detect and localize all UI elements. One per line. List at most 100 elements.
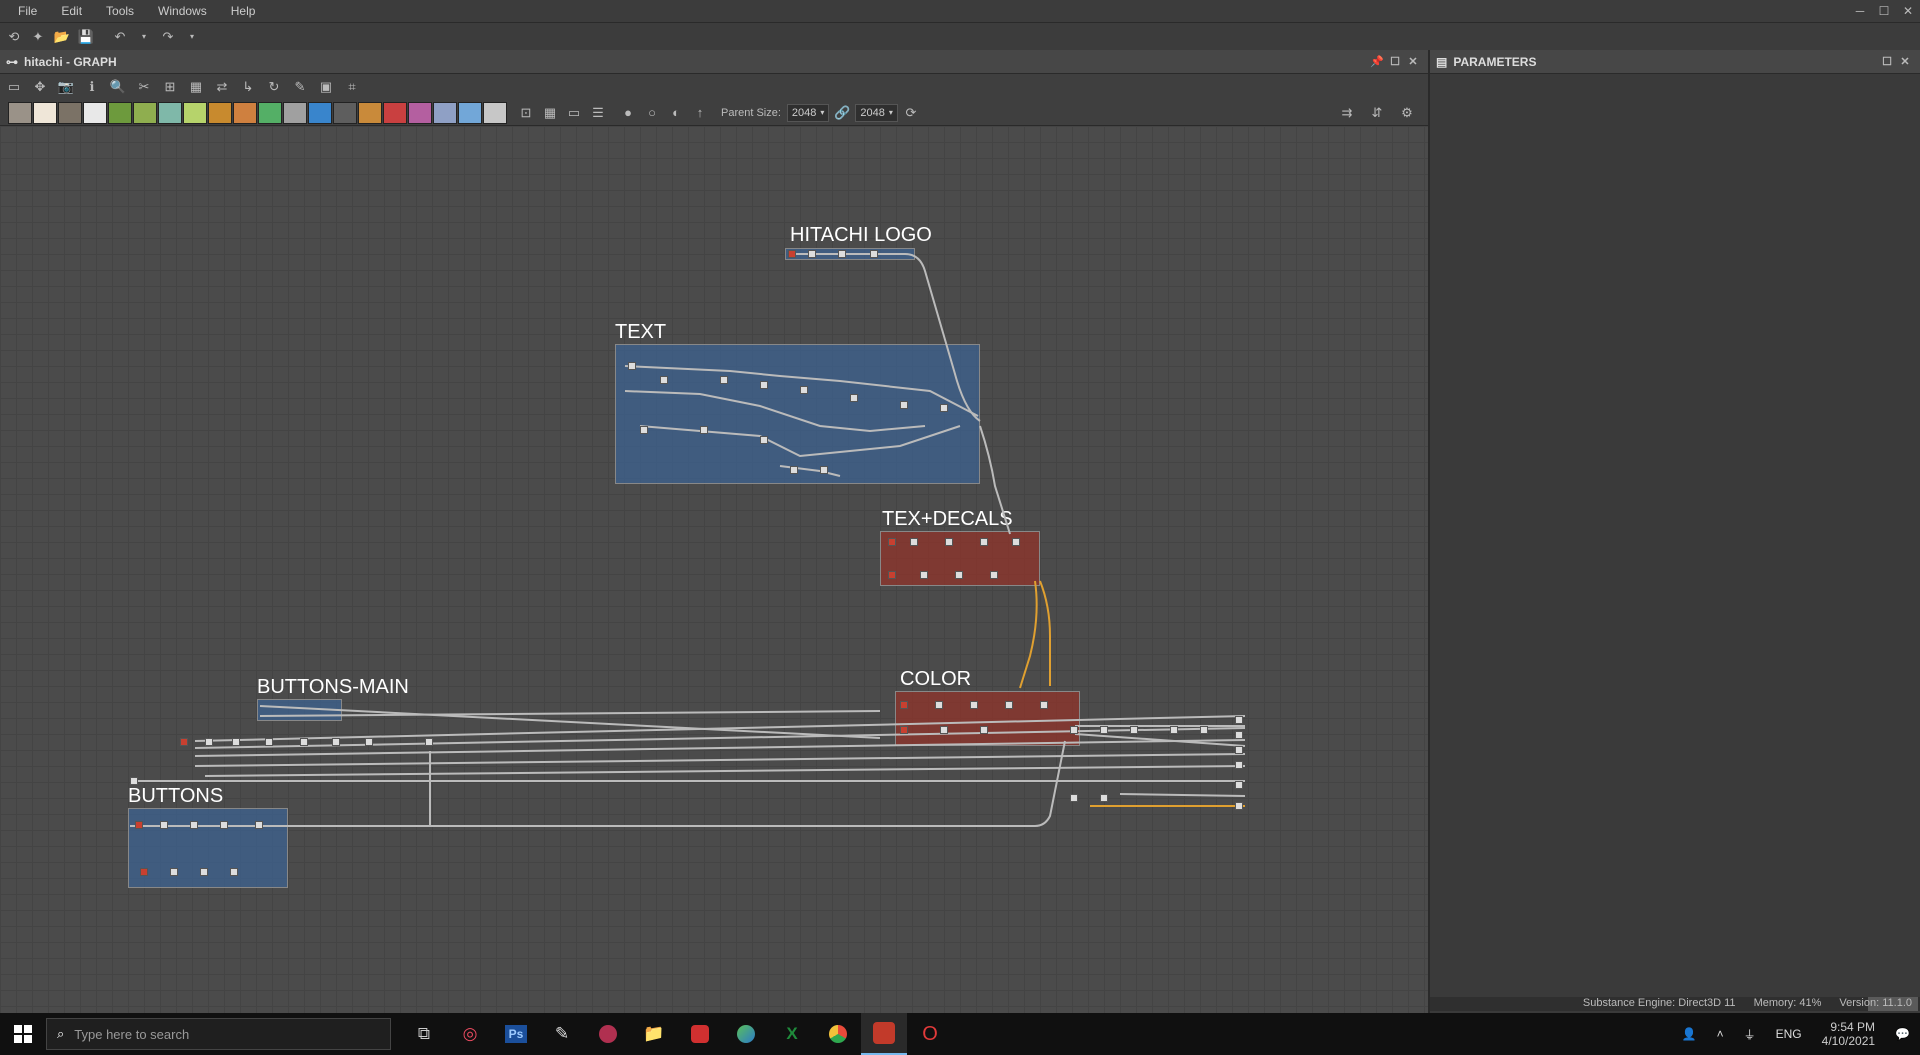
- taskbar-app-6[interactable]: [677, 1013, 723, 1055]
- node[interactable]: [920, 571, 928, 579]
- taskbar-app-1[interactable]: ◎: [447, 1013, 493, 1055]
- node[interactable]: [935, 701, 943, 709]
- node[interactable]: [1235, 746, 1243, 754]
- tray-clock[interactable]: 9:54 PM 4/10/2021: [1812, 1020, 1885, 1048]
- node[interactable]: [300, 738, 308, 746]
- tray-lang[interactable]: ENG: [1766, 1013, 1812, 1055]
- tray-chevron-icon[interactable]: ˄: [1707, 1013, 1734, 1055]
- undo-drop-icon[interactable]: ▾: [134, 27, 154, 47]
- node[interactable]: [808, 250, 816, 258]
- node[interactable]: [910, 538, 918, 546]
- link-icon[interactable]: ⇄: [212, 77, 232, 97]
- restore-icon[interactable]: ☐: [1386, 55, 1404, 68]
- dot-a-icon[interactable]: ●: [617, 102, 639, 124]
- size-dropdown[interactable]: 2048▾: [855, 104, 898, 122]
- refresh-icon[interactable]: ↻: [264, 77, 284, 97]
- node[interactable]: [970, 701, 978, 709]
- dot-c-icon[interactable]: ◐: [665, 102, 687, 124]
- node[interactable]: [1200, 726, 1208, 734]
- tray-notifications-icon[interactable]: 💬: [1885, 1013, 1920, 1055]
- node[interactable]: [850, 394, 858, 402]
- select-icon[interactable]: ▭: [4, 77, 24, 97]
- node-swatch[interactable]: [258, 102, 282, 124]
- node[interactable]: [1005, 701, 1013, 709]
- menu-edit[interactable]: Edit: [49, 2, 94, 20]
- node-layout-icon[interactable]: ▭: [563, 102, 585, 124]
- node[interactable]: [760, 436, 768, 444]
- node-swatch[interactable]: [133, 102, 157, 124]
- frame-icon[interactable]: ▣: [316, 77, 336, 97]
- node[interactable]: [720, 376, 728, 384]
- node[interactable]: [230, 868, 238, 876]
- taskbar-explorer-icon[interactable]: 📁: [631, 1013, 677, 1055]
- home-icon[interactable]: ⟲: [4, 27, 24, 47]
- close-button[interactable]: ✕: [1896, 0, 1920, 22]
- reset-size-icon[interactable]: ⟳: [900, 102, 922, 124]
- more-nodes-icon[interactable]: ⊡: [515, 102, 537, 124]
- node-swatch[interactable]: [208, 102, 232, 124]
- taskbar-chrome-icon[interactable]: [815, 1013, 861, 1055]
- graph-canvas[interactable]: HITACHI LOGO TEXT TEX+DECALS COLOR BUTTO…: [0, 126, 1428, 1013]
- node[interactable]: [1040, 701, 1048, 709]
- edit-icon[interactable]: ✎: [290, 77, 310, 97]
- node-swatch[interactable]: [358, 102, 382, 124]
- dot-b-icon[interactable]: ○: [641, 102, 663, 124]
- node[interactable]: [332, 738, 340, 746]
- menu-help[interactable]: Help: [219, 2, 268, 20]
- align-icon[interactable]: ☰: [587, 102, 609, 124]
- node[interactable]: [980, 726, 988, 734]
- node[interactable]: [760, 381, 768, 389]
- node[interactable]: [888, 571, 896, 579]
- node[interactable]: [1235, 781, 1243, 789]
- tray-people-icon[interactable]: 👤: [1672, 1013, 1707, 1055]
- node-swatch[interactable]: [383, 102, 407, 124]
- redo-icon[interactable]: ↷: [158, 27, 178, 47]
- view-settings-icon[interactable]: ⚙: [1396, 102, 1418, 124]
- taskbar-photoshop-icon[interactable]: Ps: [493, 1013, 539, 1055]
- node-group-icon[interactable]: ▦: [539, 102, 561, 124]
- minimize-button[interactable]: ─: [1848, 0, 1872, 22]
- node[interactable]: [180, 738, 188, 746]
- save-icon[interactable]: 💾: [76, 27, 96, 47]
- pin-icon[interactable]: 📌: [1368, 55, 1386, 68]
- taskbar-app-3[interactable]: ✎: [539, 1013, 585, 1055]
- arrow-up-icon[interactable]: ↑: [689, 102, 711, 124]
- node[interactable]: [265, 738, 273, 746]
- node[interactable]: [130, 777, 138, 785]
- node-swatch[interactable]: [308, 102, 332, 124]
- param-restore-icon[interactable]: ☐: [1878, 55, 1896, 68]
- crop-icon[interactable]: ⌗: [342, 77, 362, 97]
- close-panel-icon[interactable]: ✕: [1404, 55, 1422, 68]
- zoom-icon[interactable]: 🔍: [108, 77, 128, 97]
- node[interactable]: [1070, 726, 1078, 734]
- new-icon[interactable]: ✦: [28, 27, 48, 47]
- node[interactable]: [1235, 731, 1243, 739]
- redo-drop-icon[interactable]: ▾: [182, 27, 202, 47]
- node[interactable]: [255, 821, 263, 829]
- node[interactable]: [140, 868, 148, 876]
- start-button[interactable]: [0, 1013, 46, 1055]
- panel-icon[interactable]: ▦: [186, 77, 206, 97]
- node[interactable]: [980, 538, 988, 546]
- taskbar-substance-icon[interactable]: [861, 1013, 907, 1055]
- node[interactable]: [900, 701, 908, 709]
- node[interactable]: [200, 868, 208, 876]
- parent-size-dropdown[interactable]: 2048▾: [787, 104, 830, 122]
- node[interactable]: [870, 250, 878, 258]
- view-tree-icon[interactable]: ⇵: [1366, 102, 1388, 124]
- node[interactable]: [170, 868, 178, 876]
- node[interactable]: [945, 538, 953, 546]
- param-close-icon[interactable]: ✕: [1896, 55, 1914, 68]
- node-swatch[interactable]: [283, 102, 307, 124]
- node[interactable]: [900, 401, 908, 409]
- node[interactable]: [1170, 726, 1178, 734]
- node[interactable]: [790, 466, 798, 474]
- node-swatch[interactable]: [83, 102, 107, 124]
- node-swatch[interactable]: [233, 102, 257, 124]
- node[interactable]: [700, 426, 708, 434]
- node[interactable]: [955, 571, 963, 579]
- node[interactable]: [940, 726, 948, 734]
- taskbar-app-4[interactable]: [585, 1013, 631, 1055]
- node[interactable]: [232, 738, 240, 746]
- node[interactable]: [160, 821, 168, 829]
